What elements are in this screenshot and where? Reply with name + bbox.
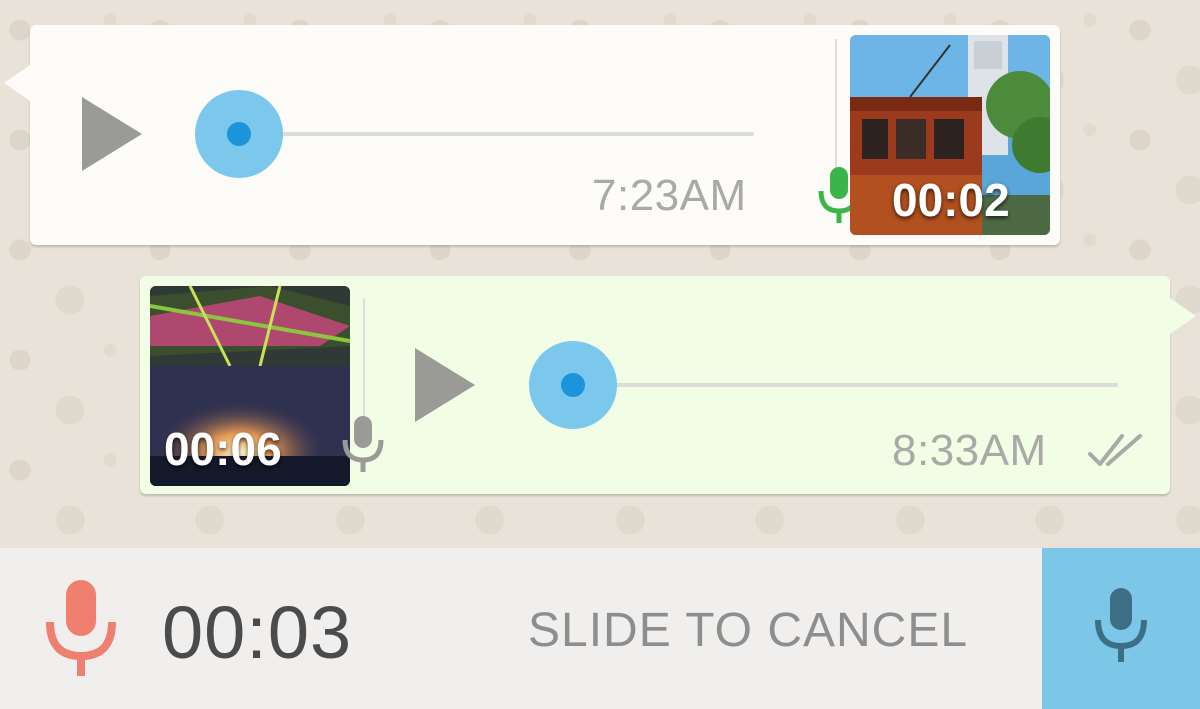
record-button[interactable]: [1042, 548, 1200, 709]
divider: [363, 298, 365, 420]
message-time: 7:23AM: [592, 171, 747, 220]
seek-knob-dot: [227, 122, 251, 146]
recording-timer: 00:03: [162, 591, 353, 674]
seek-track[interactable]: [240, 132, 754, 136]
incoming-voice-message[interactable]: 7:23AM 00:02: [4, 25, 1060, 245]
seek-knob-dot: [561, 373, 585, 397]
seek-track[interactable]: [573, 383, 1118, 387]
message-time: 8:33AM: [892, 426, 1047, 475]
media-duration: 00:02: [892, 174, 1010, 226]
play-button[interactable]: [82, 97, 142, 171]
seek-knob[interactable]: [195, 90, 283, 178]
seek-knob[interactable]: [529, 341, 617, 429]
play-button[interactable]: [415, 348, 475, 422]
recording-bar: 00:03 SLIDE TO CANCEL: [0, 548, 1200, 709]
bubble-tail: [4, 65, 30, 101]
media-duration: 00:06: [164, 423, 282, 475]
mic-icon: [342, 416, 384, 472]
outgoing-voice-message[interactable]: 00:06 8:33AM: [140, 276, 1196, 494]
divider: [835, 39, 837, 169]
bubble-tail: [1170, 298, 1196, 334]
slide-to-cancel-label[interactable]: SLIDE TO CANCEL: [528, 603, 968, 658]
mic-icon: [1095, 588, 1147, 662]
double-check-icon: [1088, 434, 1142, 466]
recording-mic-icon: [46, 580, 116, 676]
